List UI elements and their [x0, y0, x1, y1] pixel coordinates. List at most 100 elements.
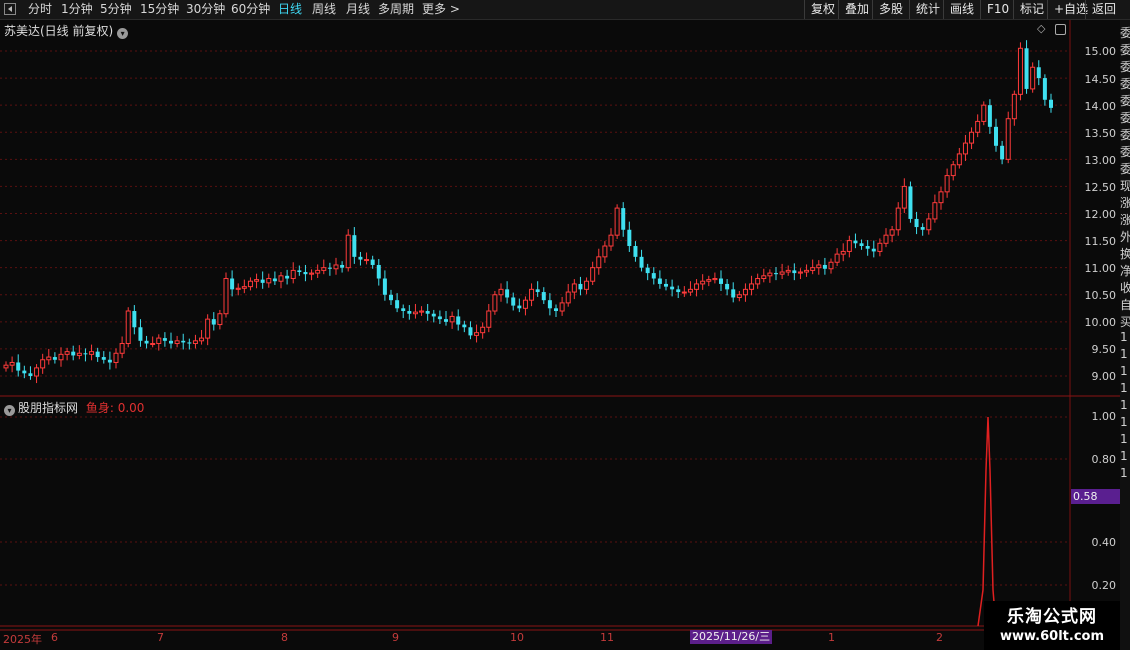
candle-body-down — [670, 286, 675, 290]
quote-info-char: 涨 — [1120, 213, 1130, 227]
candle-body-down — [822, 264, 827, 269]
candle-body-down — [358, 256, 363, 260]
candle-body-down — [95, 351, 100, 358]
candle-body-down — [401, 308, 406, 312]
quote-info-char: 委 — [1120, 26, 1130, 40]
quote-info-strip: 委委委委委委委委委现涨涨外换净收自买111111111 — [1120, 20, 1130, 650]
price-tick: 9.50 — [1091, 343, 1117, 356]
candle-body-down — [853, 240, 858, 244]
candle-body-down — [285, 275, 290, 279]
price-tick: 14.50 — [1084, 73, 1117, 86]
candle-body-up — [266, 278, 272, 284]
candlestick-chart[interactable] — [0, 0, 1120, 650]
candle-body-up — [449, 315, 455, 323]
indicator-panel-title: ▾ 股朋指标网 鱼身: 0.00 — [4, 399, 144, 416]
cursor-value-tag: 0.58 — [1071, 489, 1120, 504]
candle-body-down — [547, 300, 552, 309]
time-label: 6 — [51, 631, 58, 644]
candle-body-down — [505, 289, 510, 298]
price-tick: 9.00 — [1091, 370, 1117, 383]
candle-body-up — [877, 242, 883, 252]
diamond-icon[interactable]: ◇ — [1037, 22, 1045, 35]
candle-body-down — [71, 351, 76, 356]
candle-body-up — [614, 207, 620, 236]
candle-body-down — [437, 316, 442, 320]
candle-body-down — [657, 278, 662, 284]
candle-body-down — [144, 340, 149, 344]
candle-body-up — [712, 278, 718, 281]
candle-body-down — [987, 105, 992, 127]
candle-body-up — [150, 343, 156, 346]
indicator-tick: 0.80 — [1091, 453, 1117, 466]
candle-body-up — [797, 271, 803, 274]
watermark: 乐淘公式网 www.60lt.com — [984, 601, 1120, 650]
indicator-field-value: 0.00 — [117, 401, 145, 415]
candle-body-down — [774, 273, 778, 275]
candle-body-up — [694, 283, 700, 290]
candle-body-up — [3, 364, 9, 369]
candle-body-down — [1049, 99, 1053, 108]
candle-body-up — [119, 343, 125, 354]
candle-body-up — [700, 280, 706, 285]
candle-body-up — [804, 269, 810, 273]
candle-body-up — [486, 310, 492, 328]
chevron-down-icon[interactable]: ▾ — [117, 28, 129, 39]
candle-body-up — [192, 340, 198, 345]
quote-info-char: 净 — [1120, 264, 1130, 278]
candle-body-up — [58, 353, 64, 361]
candle-body-up — [590, 267, 596, 282]
candle-body-down — [725, 283, 730, 290]
candle-body-down — [52, 357, 57, 360]
candle-body-up — [278, 275, 284, 282]
candle-body-down — [639, 256, 644, 268]
candle-body-down — [101, 357, 106, 360]
candle-body-up — [883, 234, 889, 244]
candle-body-up — [205, 318, 211, 339]
chevron-down-icon[interactable]: ▾ — [4, 405, 15, 416]
candle-body-down — [83, 353, 88, 355]
candle-body-down — [297, 270, 302, 273]
main-panel-title: 苏美达(日线 前复权) ▾ — [4, 22, 129, 39]
candle-body-up — [681, 291, 687, 294]
candle-body-up — [364, 259, 370, 262]
candle-body-down — [914, 218, 919, 228]
candle-body-up — [1017, 47, 1023, 95]
candle-body-up — [944, 175, 950, 193]
candle-body-down — [676, 289, 681, 293]
candle-body-down — [535, 289, 540, 293]
quote-info-char: 1 — [1120, 432, 1128, 446]
price-tick: 13.50 — [1084, 127, 1117, 140]
candle-body-up — [125, 310, 131, 345]
candle-body-up — [309, 272, 315, 275]
candle-body-up — [969, 131, 975, 144]
candle-body-up — [113, 352, 119, 363]
time-label: 9 — [392, 631, 399, 644]
candle-body-up — [938, 191, 944, 204]
quote-info-char: 1 — [1120, 398, 1128, 412]
candle-body-up — [174, 340, 180, 345]
candle-body-up — [492, 294, 498, 312]
candle-body-up — [975, 120, 981, 133]
candle-body-down — [541, 292, 546, 301]
candle-body-up — [810, 267, 816, 271]
price-tick: 15.00 — [1084, 45, 1117, 58]
candle-body-up — [834, 253, 840, 263]
time-label: 2 — [936, 631, 943, 644]
candle-body-up — [254, 279, 260, 282]
candle-body-up — [926, 218, 932, 231]
candle-body-down — [352, 235, 357, 257]
candle-body-up — [247, 280, 253, 288]
candle-body-up — [333, 264, 339, 270]
candle-body-down — [181, 340, 186, 343]
candle-body-down — [425, 311, 430, 314]
candle-body-up — [474, 332, 480, 336]
candle-body-up — [962, 142, 968, 155]
panel-toggle-icon[interactable] — [1055, 24, 1066, 35]
indicator-tick: 0.40 — [1091, 536, 1117, 549]
price-tick: 13.00 — [1084, 154, 1117, 167]
candle-body-up — [89, 351, 95, 355]
candle-body-up — [64, 351, 70, 355]
candle-body-up — [321, 267, 327, 271]
candle-body-down — [260, 279, 265, 283]
candle-body-down — [370, 259, 375, 265]
